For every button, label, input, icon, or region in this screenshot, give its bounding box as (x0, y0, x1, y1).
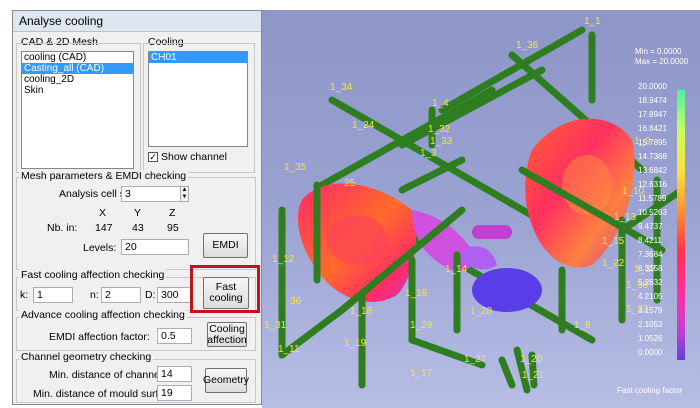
channel-label: 1_1 (584, 16, 601, 27)
nb-in-label: Nb. in: (47, 222, 78, 234)
analysis-cell-size-input[interactable]: 3 (121, 186, 181, 202)
k-label: k: (20, 289, 29, 301)
d-input[interactable]: 300 (157, 287, 193, 303)
levels-label: Levels: (83, 242, 117, 254)
cad-list-item[interactable]: cooling_2D (22, 74, 133, 85)
column-y-label: Y (134, 207, 142, 219)
nb-x-value: 147 (95, 222, 113, 234)
channel-label: 1_11 (278, 344, 300, 355)
legend-title: Fast cooling factor (617, 386, 683, 395)
channel-label: 1_14 (445, 264, 468, 275)
cad-list-item[interactable]: Skin (22, 85, 133, 96)
n-label: n: (90, 289, 99, 301)
legend-value: 13.6842 (638, 166, 667, 175)
channel-label: 1_28 (470, 306, 493, 317)
legend-value: 0.0000 (638, 348, 663, 357)
emdi-factor-input[interactable]: 0.5 (157, 328, 192, 344)
casting-heat-map (297, 118, 635, 312)
legend-value: 11.5789 (638, 194, 667, 203)
legend-value: 1.0526 (638, 334, 663, 343)
channel-label: 1_22 (602, 258, 625, 269)
channel-label: 1_31 (264, 320, 287, 331)
legend-value: 8.4211 (638, 236, 662, 245)
min-channel-label: Min. distance of channel: (49, 369, 166, 381)
mesh-group-label: Mesh parameters & EMDI checking (19, 170, 189, 182)
fast-cooling-group-label: Fast cooling affection checking (19, 269, 167, 281)
k-input[interactable]: 1 (33, 287, 73, 303)
channel-label: 1_32 (428, 124, 451, 135)
legend-value: 12.6316 (638, 180, 667, 189)
geometry-group-label: Channel geometry checking (19, 351, 154, 363)
nb-z-value: 95 (167, 222, 179, 234)
legend-value: 16.8421 (638, 124, 667, 133)
channel-label: 1_24 (352, 120, 375, 131)
legend-value: 3.1579 (638, 306, 663, 315)
legend-value: 2.1053 (638, 320, 663, 329)
legend-color-bar (677, 90, 685, 360)
dialog-titlebar[interactable]: Analyse cooling (13, 11, 261, 32)
cooling-list-item[interactable]: CH01 (149, 52, 247, 63)
highlight-box (190, 265, 260, 313)
cooling-affection-button[interactable]: Cooling affection (207, 322, 247, 347)
geometry-button[interactable]: Geometry (203, 368, 249, 393)
channel-label: 1_19 (344, 338, 367, 349)
channel-label: 1_29 (410, 320, 433, 331)
cooling-list[interactable]: CH01 (148, 51, 248, 147)
channel-label: 1_21 (522, 370, 545, 381)
channel-label: 36 (290, 296, 302, 307)
emdi-button[interactable]: EMDI (203, 233, 248, 258)
max-value-text: Max = 20.0000 (635, 57, 689, 66)
levels-input[interactable]: 20 (121, 239, 189, 255)
legend-value: 6.3158 (638, 264, 663, 273)
channel-label: 1_4 (432, 98, 449, 109)
channel-label: 1_20 (520, 354, 543, 365)
column-x-label: X (99, 207, 107, 219)
legend-value: 17.8947 (638, 110, 667, 119)
cad-list-item[interactable]: Casting_all (CAD) (22, 63, 133, 74)
channel-label: 25 (344, 178, 356, 189)
legend-value: 4.2105 (638, 292, 663, 301)
channel-label: 1_16 (405, 288, 428, 299)
n-input[interactable]: 2 (101, 287, 141, 303)
min-value-text: Min = 0.0000 (635, 47, 682, 56)
legend-value: 14.7368 (638, 152, 667, 161)
channel-label: 1_36 (516, 40, 539, 51)
nb-y-value: 43 (132, 222, 144, 234)
cad-mesh-list[interactable]: cooling (CAD) Casting_all (CAD) cooling_2D… (21, 51, 134, 169)
legend-value: 7.3684 (638, 250, 663, 259)
3d-viewport[interactable]: 1_1 1_36 1_34 1_4 1_32 1_33 1_3 1_24 1_35 25 1_13 1… (262, 10, 700, 408)
column-z-label: Z (169, 207, 176, 219)
channel-label: 1_34 (330, 82, 353, 93)
show-channel-checkbox[interactable]: ✓ (148, 152, 158, 162)
dialog-title: Analyse cooling (19, 14, 104, 28)
cad-list-item[interactable]: cooling (CAD) (22, 52, 133, 63)
legend-value: 9.4737 (638, 222, 663, 231)
show-channel-label: Show channel (161, 151, 227, 163)
min-mould-input[interactable]: 19 (157, 385, 192, 401)
d-label: D: (145, 289, 156, 301)
channel-label: 1_17 (410, 368, 433, 379)
cell-size-spinner[interactable]: ▲ ▼ (180, 186, 189, 202)
cooling-affection-line2: affection (207, 333, 247, 346)
channel-label: 1_12 (272, 254, 295, 265)
analyse-cooling-dialog: Analyse cooling CAD & 2D Mesh cooling (C… (12, 10, 262, 405)
channel-label: 1_35 (284, 162, 307, 173)
emdi-factor-label: EMDI affection factor: (49, 331, 150, 343)
advance-cooling-group-label: Advance cooling affection checking (19, 309, 187, 321)
min-channel-input[interactable]: 14 (157, 366, 192, 382)
legend-value: 15.7895 (638, 138, 667, 147)
channel-label: 1_27 (464, 354, 487, 365)
channel-label: 1_8 (574, 320, 591, 331)
legend-value: 10.5263 (638, 208, 667, 217)
channel-label: 1_13 (614, 212, 637, 223)
channel-label: 1_18 (350, 306, 373, 317)
cooling-affection-line1: Cooling (209, 322, 245, 335)
legend-value: 5.2632 (638, 278, 663, 287)
legend-value: 20.0000 (638, 82, 667, 91)
channel-label: 1_33 (430, 136, 453, 147)
legend-value: 18.9474 (638, 96, 667, 105)
channel-label: 1_15 (602, 236, 625, 247)
viewport-scene (278, 26, 686, 394)
channel-label: 1_3 (420, 148, 437, 159)
